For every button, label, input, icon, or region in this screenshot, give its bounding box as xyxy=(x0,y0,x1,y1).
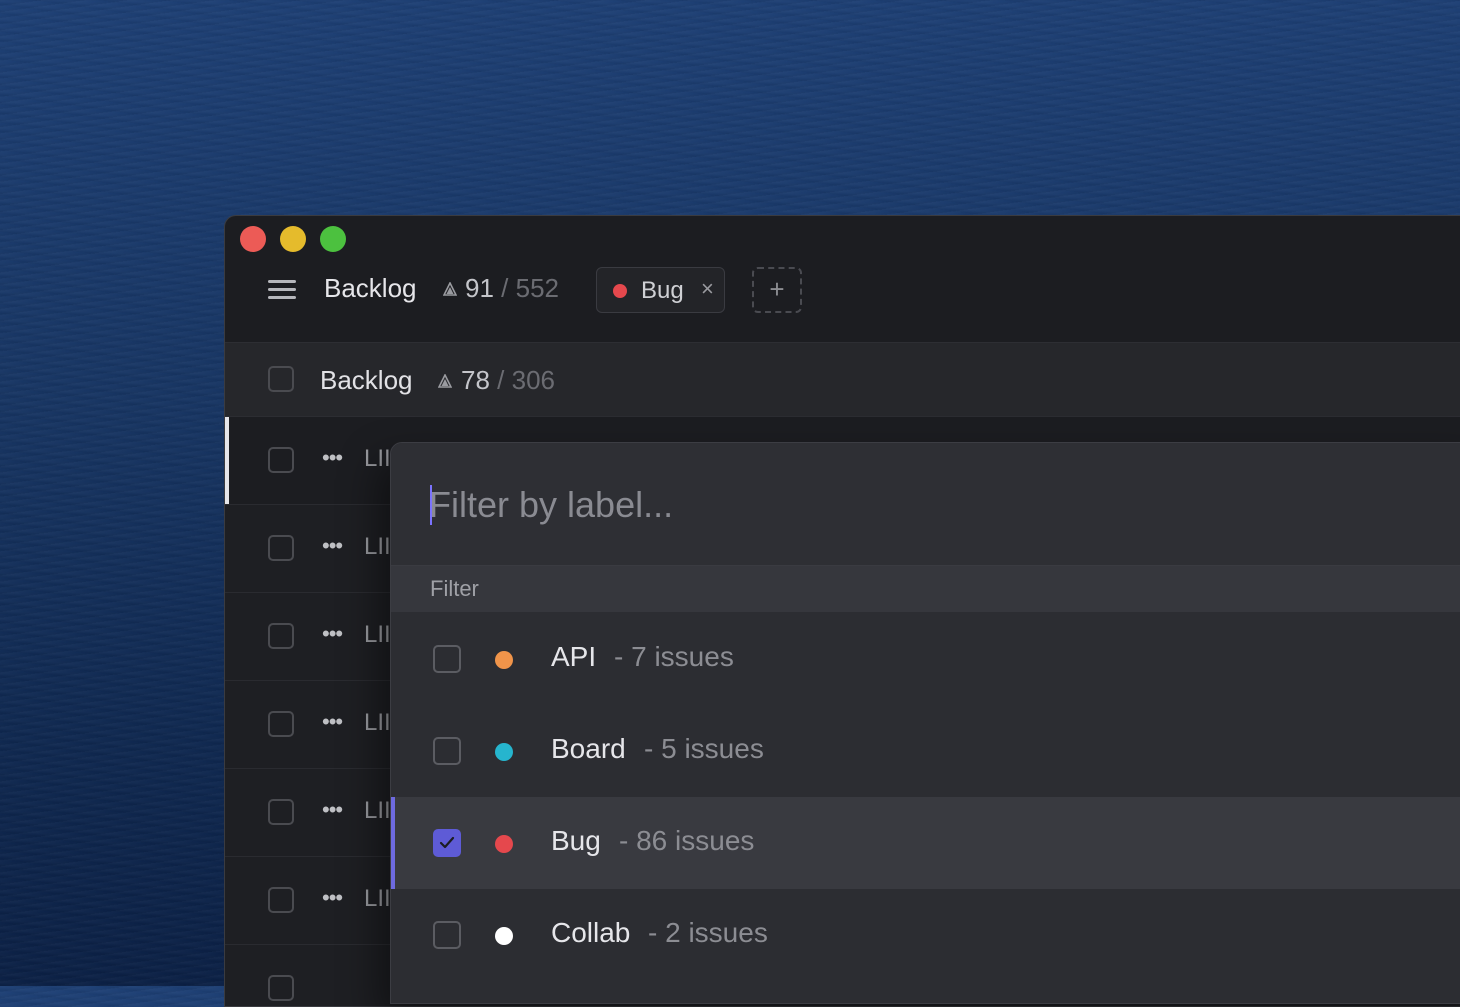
label-name: Board xyxy=(551,733,626,764)
label-color-dot xyxy=(495,743,513,761)
label-checkbox-checked[interactable] xyxy=(433,829,461,857)
label-checkbox[interactable] xyxy=(433,921,461,949)
more-icon[interactable]: ••• xyxy=(322,621,343,647)
more-icon[interactable]: ••• xyxy=(322,445,343,471)
group-count-current: 78 xyxy=(461,365,490,395)
group-count-total: 306 xyxy=(511,365,556,395)
more-icon[interactable]: ••• xyxy=(322,885,343,911)
maximize-window-button[interactable] xyxy=(320,226,346,252)
more-icon[interactable]: ••• xyxy=(322,533,343,559)
issue-checkbox[interactable] xyxy=(268,711,294,737)
label-issue-count: - 5 issues xyxy=(644,733,764,764)
filter-chip-bug[interactable]: Bug × xyxy=(596,267,725,313)
priority-icon xyxy=(443,282,457,296)
issue-id: LII xyxy=(364,621,391,648)
group-header[interactable]: Backlog 78 / 306 xyxy=(225,343,1460,417)
issue-count: 91 / 552 xyxy=(465,273,559,304)
section-title: Filter xyxy=(430,576,479,601)
close-window-button[interactable] xyxy=(240,226,266,252)
label-color-dot xyxy=(495,835,513,853)
issue-checkbox[interactable] xyxy=(268,887,294,913)
group-count-separator: / xyxy=(497,365,505,395)
issue-id: LII xyxy=(364,797,391,824)
issue-checkbox[interactable] xyxy=(268,799,294,825)
priority-icon xyxy=(438,374,452,388)
group-title: Backlog xyxy=(320,365,413,395)
label-color-dot xyxy=(495,651,513,669)
issue-checkbox[interactable] xyxy=(268,975,294,1001)
label-option-board[interactable]: Board - 5 issues xyxy=(391,705,1460,797)
label-issue-count: - 2 issues xyxy=(648,917,768,948)
window-controls xyxy=(240,226,346,252)
group-count: 78 / 306 xyxy=(461,365,555,396)
group-select-checkbox[interactable] xyxy=(268,366,294,392)
label-option-bug[interactable]: Bug - 86 issues xyxy=(391,797,1460,889)
issue-count-current: 91 xyxy=(465,273,494,303)
issue-id: LII xyxy=(364,533,391,560)
header-bar: Backlog 91 / 552 Bug × + xyxy=(225,256,1460,343)
page-title: Backlog xyxy=(324,273,417,303)
issue-checkbox[interactable] xyxy=(268,447,294,473)
issue-id: LII xyxy=(364,445,391,472)
issue-checkbox[interactable] xyxy=(268,535,294,561)
label-option-collab[interactable]: Collab - 2 issues xyxy=(391,889,1460,981)
checkmark-icon xyxy=(439,836,455,849)
label-checkbox[interactable] xyxy=(433,645,461,673)
issue-id: LII xyxy=(364,709,391,736)
label-issue-count: - 86 issues xyxy=(619,825,755,856)
label-color-dot xyxy=(613,284,627,298)
active-row-indicator xyxy=(225,417,229,504)
issue-count-total: 552 xyxy=(515,273,560,303)
label-issue-count: - 7 issues xyxy=(614,641,734,672)
issue-count-separator: / xyxy=(501,273,509,303)
filter-chip-label: Bug xyxy=(641,277,684,304)
popover-search xyxy=(391,443,1460,566)
issue-checkbox[interactable] xyxy=(268,623,294,649)
label-checkbox[interactable] xyxy=(433,737,461,765)
add-filter-button[interactable]: + xyxy=(752,267,802,313)
label-name: API xyxy=(551,641,597,672)
section-header: Filter xyxy=(391,566,1460,612)
label-filter-popover: Filter API - 7 issues Board - 5 issues B… xyxy=(390,442,1460,1004)
selected-indicator xyxy=(391,797,395,889)
more-icon[interactable]: ••• xyxy=(322,709,343,735)
label-name: Bug xyxy=(551,825,601,856)
issue-id: LII xyxy=(364,885,391,912)
minimize-window-button[interactable] xyxy=(280,226,306,252)
label-color-dot xyxy=(495,927,513,945)
remove-filter-icon[interactable]: × xyxy=(701,276,714,302)
label-search-input[interactable] xyxy=(429,477,1129,533)
label-name: Collab xyxy=(551,917,631,948)
more-icon[interactable]: ••• xyxy=(322,797,343,823)
menu-icon[interactable] xyxy=(268,280,296,300)
label-option-api[interactable]: API - 7 issues xyxy=(391,613,1460,705)
